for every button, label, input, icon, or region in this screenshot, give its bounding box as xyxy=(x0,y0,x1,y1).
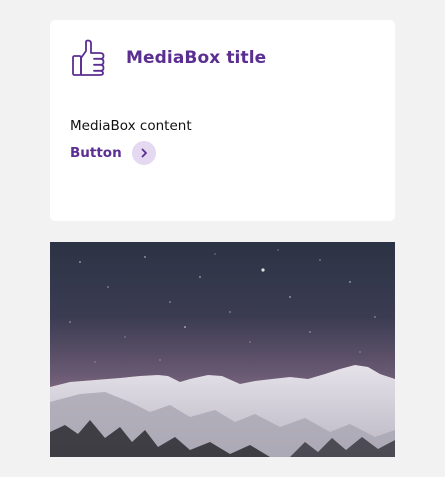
chevron-right-icon[interactable] xyxy=(131,141,156,165)
mediabox-card: MediaBox title MediaBox content Button xyxy=(50,20,395,221)
mediabox-header: MediaBox title xyxy=(70,39,266,77)
mediabox-button[interactable]: Button xyxy=(70,141,156,165)
mediabox-content: MediaBox content xyxy=(70,118,192,134)
thumbs-up-icon xyxy=(72,39,105,76)
mediabox-title: MediaBox title xyxy=(126,48,267,68)
page: MediaBox title MediaBox content Button xyxy=(0,0,445,477)
mountain-night-image xyxy=(50,242,395,457)
mediabox-button-label[interactable]: Button xyxy=(70,145,122,161)
